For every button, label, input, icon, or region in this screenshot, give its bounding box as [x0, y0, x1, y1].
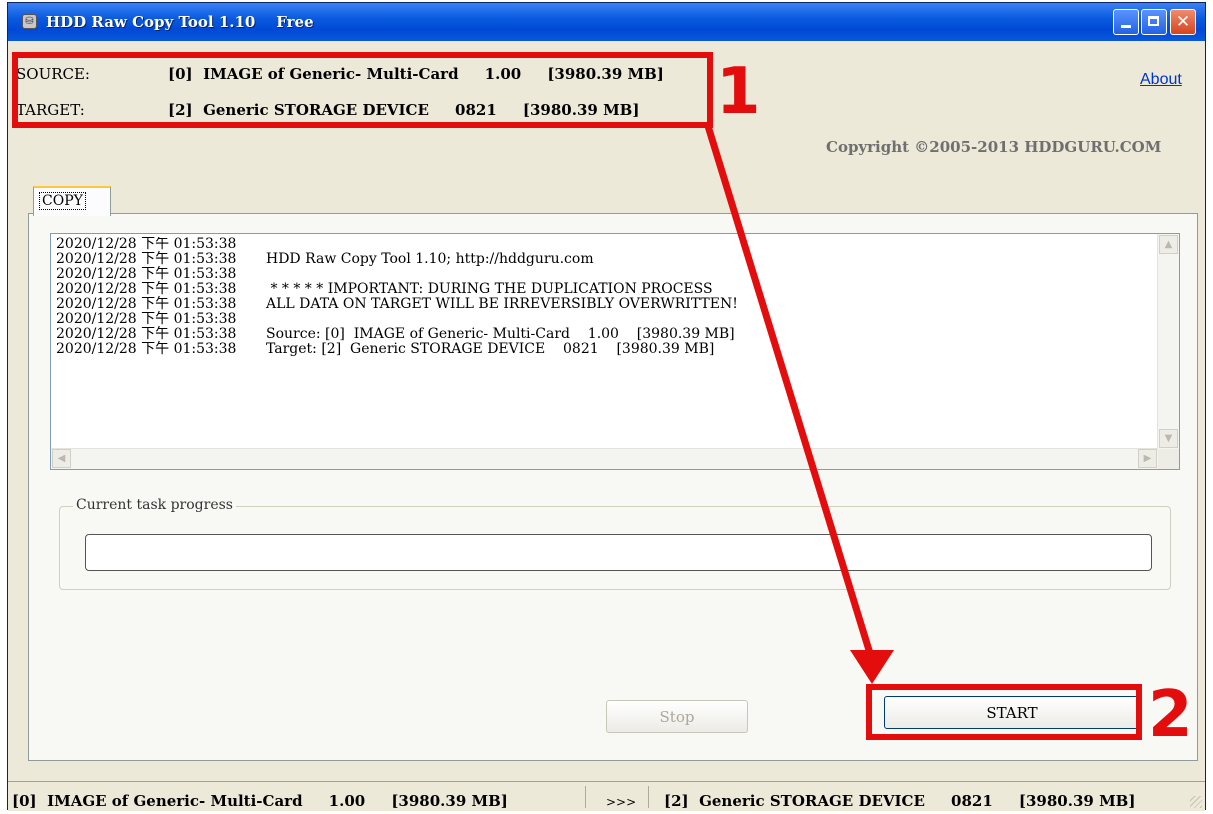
minimize-icon[interactable] [1113, 9, 1139, 35]
log-horizontal-scrollbar[interactable]: ◀ ▶ [51, 448, 1158, 469]
log-line: 2020/12/28 下午 01:53:38 [56, 311, 237, 327]
app-icon[interactable]: ⛁ [22, 14, 37, 29]
step-number-2: 2 [1148, 678, 1193, 752]
copyright-text: Copyright ©2005-2013 HDDGURU.COM [826, 138, 1162, 156]
scroll-up-icon[interactable]: ▲ [1159, 235, 1178, 254]
scroll-right-icon[interactable]: ▶ [1138, 449, 1157, 468]
status-bar: [0] IMAGE of Generic- Multi-Card 1.00 [3… [8, 781, 1205, 811]
status-target: [2] Generic STORAGE DEVICE 0821 [3980.39… [664, 792, 1136, 810]
about-link[interactable]: About [1140, 71, 1182, 89]
step-number-1: 1 [716, 55, 761, 129]
maximize-icon[interactable] [1141, 9, 1167, 35]
target-value: [2] Generic STORAGE DEVICE 0821 [3980.39… [168, 101, 640, 119]
task-progress-bar [85, 534, 1152, 571]
log-line: 2020/12/28 下午 01:53:38 Source: [0] IMAGE … [56, 326, 735, 342]
log-line: 2020/12/28 下午 01:53:38 HDD Raw Copy Tool … [56, 251, 594, 267]
log-line: 2020/12/28 下午 01:53:38 [56, 237, 237, 252]
status-source: [0] IMAGE of Generic- Multi-Card 1.00 [3… [12, 792, 508, 810]
log-lines: 2020/12/28 下午 01:53:38 2020/12/28 下午 01:… [56, 237, 1151, 452]
tab-copy[interactable]: COPY [33, 186, 111, 216]
status-arrow: >>> [606, 795, 637, 809]
log-line: 2020/12/28 下午 01:53:38 ALL DATA ON TARGET… [56, 296, 738, 312]
resize-grip-icon[interactable] [1190, 796, 1202, 808]
log-line: 2020/12/28 下午 01:53:38 Target: [2] Generi… [56, 341, 715, 357]
source-label: SOURCE: [16, 65, 90, 83]
stop-button[interactable]: Stop [606, 700, 748, 733]
target-label: TARGET: [16, 101, 85, 119]
status-divider [648, 786, 649, 808]
log-view[interactable]: 2020/12/28 下午 01:53:38 2020/12/28 下午 01:… [50, 233, 1180, 470]
app-window: ⛁ HDD Raw Copy Tool 1.10 Free ✕ SOURCE: … [7, 2, 1206, 811]
scroll-down-icon[interactable]: ▼ [1159, 429, 1178, 448]
close-icon[interactable]: ✕ [1170, 9, 1196, 35]
source-value: [0] IMAGE of Generic- Multi-Card 1.00 [3… [168, 65, 664, 83]
title-bar[interactable]: ⛁ HDD Raw Copy Tool 1.10 Free ✕ [8, 3, 1205, 41]
progress-group-label: Current task progress [73, 497, 236, 513]
start-button[interactable]: START [884, 696, 1140, 729]
scrollbar-corner [1158, 449, 1179, 469]
status-divider [585, 786, 586, 808]
log-vertical-scrollbar[interactable]: ▲ ▼ [1157, 234, 1179, 449]
tab-copy-label: COPY [39, 192, 86, 210]
window-title: HDD Raw Copy Tool 1.10 Free [46, 13, 314, 31]
log-line: 2020/12/28 下午 01:53:38 * * * * * IMPORTA… [56, 281, 713, 297]
scroll-left-icon[interactable]: ◀ [52, 449, 71, 468]
log-line: 2020/12/28 下午 01:53:38 [56, 266, 237, 282]
